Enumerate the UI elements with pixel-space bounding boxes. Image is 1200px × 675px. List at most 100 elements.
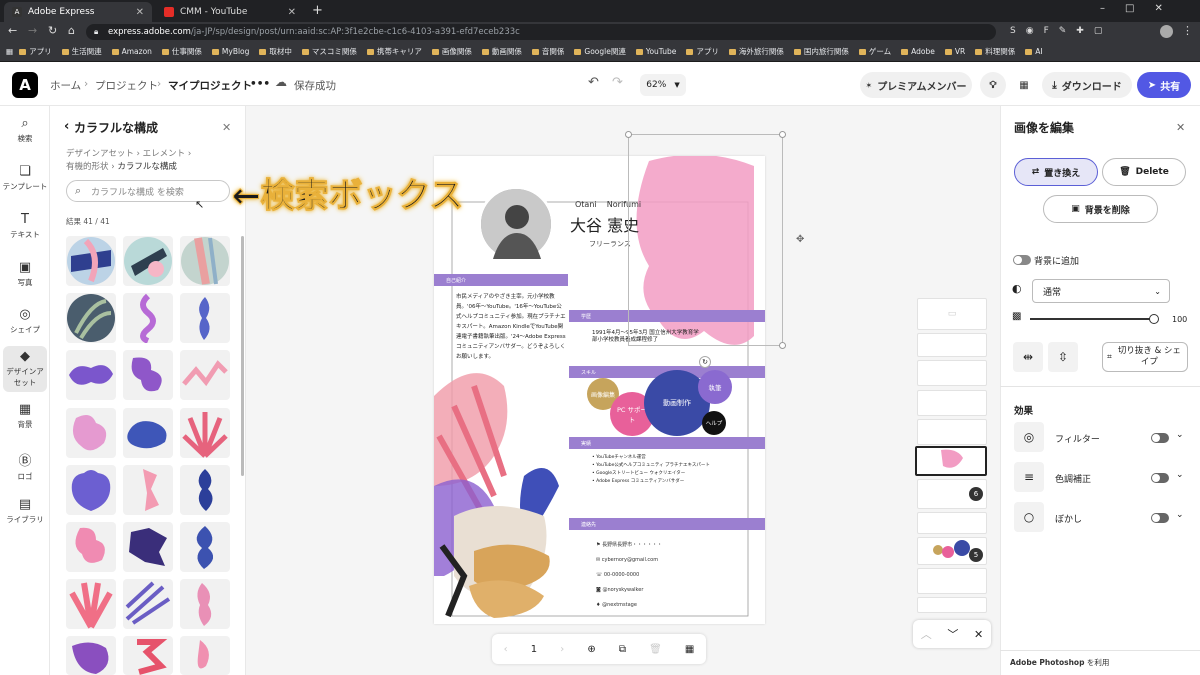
asset-thumbnail[interactable] [66,236,116,286]
bookmark-item[interactable]: VR [944,47,965,56]
extension-icons[interactable]: S◉F✎✚▢ [1010,26,1112,36]
next-page-icon[interactable]: › [560,644,564,655]
layer-thumbnail[interactable] [917,568,987,594]
asset-thumbnail[interactable] [123,293,173,343]
resize-handle[interactable] [625,131,632,138]
bookmark-item[interactable]: アプリ [19,46,52,57]
rail-item-design-asset[interactable]: ◆ デザインアセット [3,346,47,392]
asset-thumbnail[interactable] [123,579,173,629]
add-page-icon[interactable]: ⊕ [587,644,595,655]
panel-scrollbar[interactable] [241,236,244,476]
asset-thumbnail[interactable] [180,636,230,675]
chevron-down-icon[interactable]: ⌄ [1176,510,1184,520]
asset-thumbnail[interactable] [66,636,116,675]
opacity-slider-thumb[interactable] [1149,314,1159,324]
breadcrumb-projects[interactable]: プロジェクト [95,78,158,93]
remove-background-button[interactable]: ▣ 背景を削除 [1043,195,1158,223]
breadcrumb-home[interactable]: ホーム [50,78,81,93]
crumb-design-asset[interactable]: デザインアセット [66,149,134,159]
bookmark-item[interactable]: 携帯キャリア [366,46,422,57]
bookmark-item[interactable]: 仕事関係 [161,46,202,57]
blur-toggle[interactable] [1151,513,1169,523]
apps-icon[interactable]: ▦ [6,47,13,56]
asset-thumbnail[interactable] [66,579,116,629]
adobe-express-logo[interactable]: A [12,72,38,98]
bookmark-item[interactable]: 料理関係 [975,46,1015,57]
profile-avatar[interactable] [1160,25,1173,38]
tab-youtube[interactable]: CMM - YouTube ✕ [156,2,304,22]
rail-item-text[interactable]: T テキスト [0,212,50,240]
flip-horizontal-icon[interactable]: ⇹ [1013,342,1043,372]
duplicate-page-icon[interactable]: ⧉ [619,644,626,655]
download-button[interactable]: ⤓ ダウンロード [1042,72,1132,98]
rail-item-search[interactable]: ⌕ 検索 [0,116,50,144]
blend-mode-select[interactable]: 通常 ⌄ [1032,279,1170,303]
more-options-icon[interactable]: ••• [250,78,270,90]
bookmark-item[interactable]: YouTube [635,47,676,56]
premium-member-button[interactable]: ✶ プレミアムメンバー [860,72,972,98]
rail-item-template[interactable]: ❏ テンプレート [0,164,50,192]
add-to-background-toggle[interactable] [1013,255,1031,265]
bookmark-item[interactable]: 動画関係 [481,46,522,57]
asset-thumbnail[interactable] [180,465,230,515]
asset-thumbnail[interactable] [180,350,230,400]
menu-icon[interactable]: ⋮ [1182,24,1193,37]
layer-thumbnail[interactable] [917,512,987,534]
layer-thumbnail[interactable] [917,419,987,445]
crumb-element[interactable]: エレメント [143,149,186,159]
asset-thumbnail[interactable] [180,579,230,629]
bookmark-item[interactable]: MyBlog [211,47,249,56]
asset-thumbnail[interactable] [66,408,116,458]
search-input[interactable]: ⌕ カラフルな構成 を検索 [66,180,230,202]
asset-thumbnail[interactable] [123,350,173,400]
delete-page-icon[interactable]: 🗑︎ [649,644,662,655]
move-icon[interactable]: ✥ [796,234,804,245]
share-button[interactable]: ➤ 共有 [1137,72,1191,98]
rail-item-photo[interactable]: ▣ 写真 [0,260,50,288]
asset-thumbnail[interactable] [123,522,173,572]
layer-thumbnail[interactable] [917,360,987,386]
lightbulb-icon[interactable]: 💡︎ [980,72,1006,98]
replace-button[interactable]: ⇄ 置き換え [1014,158,1098,186]
rail-item-library[interactable]: ▤ ライブラリ [0,497,50,525]
grid-view-icon[interactable]: ▦ [685,644,694,655]
reload-icon[interactable]: ↻ [48,24,57,37]
crumb-organic[interactable]: 有機的形状 [66,162,109,172]
bookmark-item[interactable]: AI [1025,47,1043,56]
new-tab-icon[interactable]: + [312,3,323,18]
window-controls[interactable]: –□✕ [1100,3,1183,14]
calendar-icon[interactable]: ▦ [1012,72,1036,98]
close-icon[interactable]: ✕ [136,7,144,18]
zoom-select[interactable]: 62% ▼ [640,74,686,96]
bookmark-item[interactable]: 取材中 [259,46,292,57]
close-icon[interactable]: ✕ [222,121,231,134]
profile-photo[interactable] [478,186,554,262]
asset-thumbnail[interactable] [123,408,173,458]
forward-icon[interactable]: → [28,24,37,37]
opacity-slider-track[interactable] [1030,318,1154,320]
delete-button[interactable]: 🗑︎ Delete [1102,158,1186,186]
color-adjust-toggle[interactable] [1151,473,1169,483]
bookmark-item[interactable]: Amazon [111,47,152,56]
layer-thumbnail[interactable] [917,597,987,613]
crop-shape-button[interactable]: ⌗ 切り抜き & シェイプ [1102,342,1188,372]
bookmark-item[interactable]: Adobe [901,47,935,56]
flip-vertical-icon[interactable]: ⇳ [1048,342,1078,372]
home-icon[interactable]: ⌂ [68,24,75,37]
bookmark-item[interactable]: 画像関係 [431,46,472,57]
back-icon[interactable]: ← [8,24,17,37]
breadcrumb-current[interactable]: マイプロジェクト [168,78,252,93]
asset-thumbnail[interactable] [180,408,230,458]
bookmark-item[interactable]: 海外旅行関係 [728,46,784,57]
asset-thumbnail[interactable] [66,522,116,572]
layer-thumbnail-selected[interactable] [915,446,987,476]
redo-icon[interactable]: ↷ [612,75,623,90]
layer-thumbnail[interactable] [917,390,987,416]
bookmark-item[interactable]: ゲーム [858,46,891,57]
selection-frame[interactable] [628,134,783,346]
close-icon[interactable]: ✕ [288,7,296,18]
close-icon[interactable]: ✕ [974,628,983,641]
bookmark-item[interactable]: 音関係 [531,46,564,57]
chevron-down-icon[interactable]: ﹀ [947,626,958,642]
asset-thumbnail[interactable] [180,522,230,572]
